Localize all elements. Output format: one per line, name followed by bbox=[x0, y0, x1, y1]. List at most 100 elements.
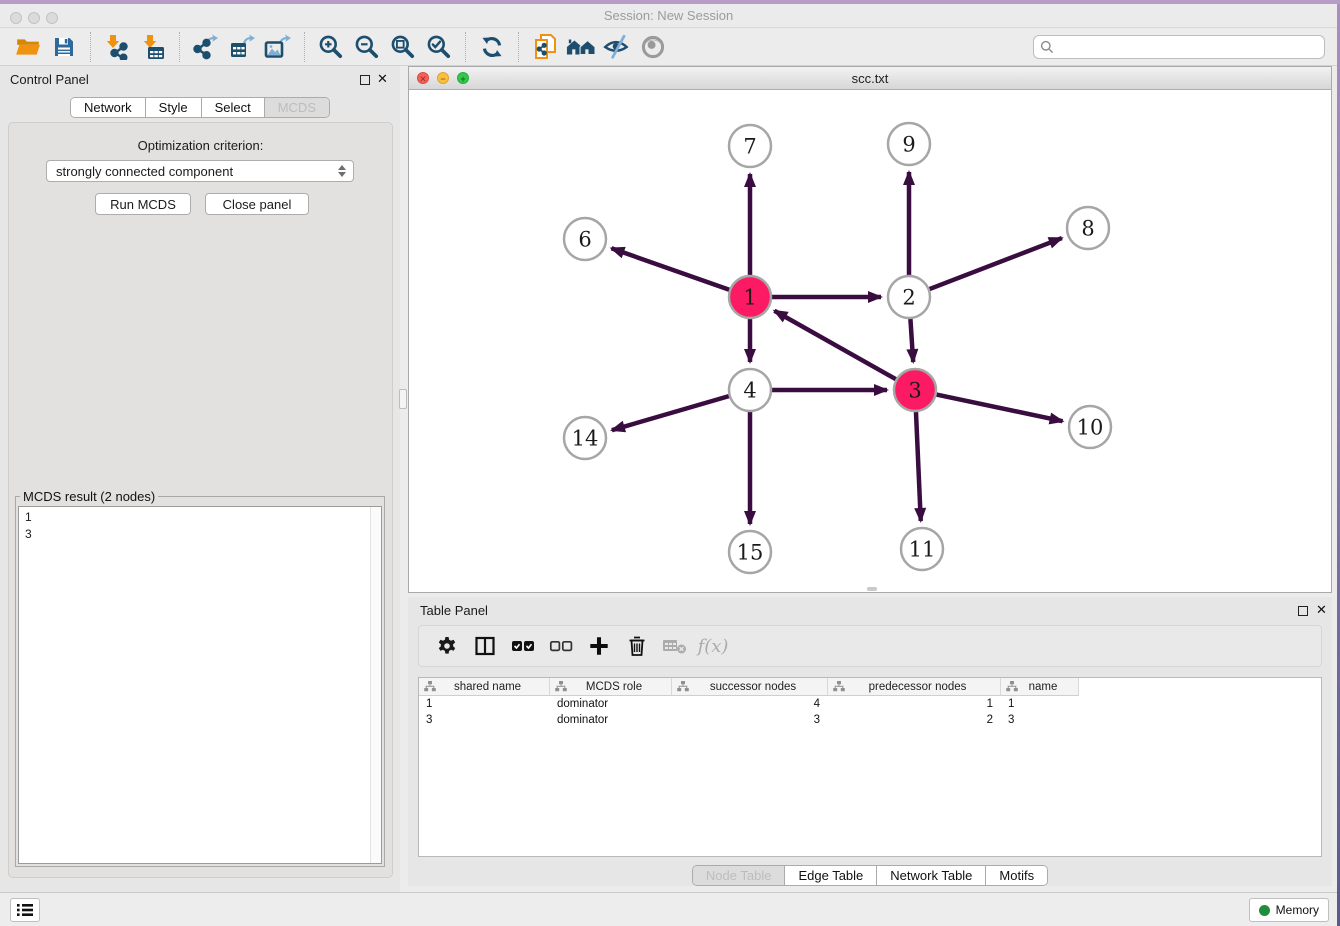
zoom-out-icon[interactable] bbox=[352, 32, 382, 62]
graph-node-15[interactable]: 15 bbox=[729, 531, 771, 573]
svg-text:14: 14 bbox=[572, 426, 599, 450]
network-window-titlebar[interactable]: ✕ − + scc.txt bbox=[409, 67, 1331, 90]
show-graphics-details-icon[interactable] bbox=[638, 32, 668, 62]
graph-edge-3-1[interactable] bbox=[774, 311, 895, 379]
table-row[interactable]: 3dominator323 bbox=[419, 712, 1321, 728]
table-panel-header: Table Panel ✕ bbox=[408, 597, 1332, 625]
graph-node-10[interactable]: 10 bbox=[1069, 406, 1111, 448]
search-input[interactable] bbox=[1033, 35, 1325, 59]
window-titlebar: Session: New Session bbox=[0, 4, 1337, 28]
add-column-icon[interactable] bbox=[585, 632, 613, 660]
hide-graphics-details-icon[interactable] bbox=[602, 32, 632, 62]
float-table-panel-icon[interactable] bbox=[1298, 606, 1308, 616]
tab-style[interactable]: Style bbox=[146, 98, 202, 117]
deselect-all-icon[interactable] bbox=[547, 632, 575, 660]
table-cell[interactable]: 4 bbox=[672, 696, 828, 712]
graph-node-6[interactable]: 6 bbox=[564, 218, 606, 260]
table-row[interactable]: 1dominator411 bbox=[419, 696, 1321, 712]
table-cell[interactable]: 3 bbox=[672, 712, 828, 728]
main-toolbar bbox=[0, 28, 1337, 66]
table-cell[interactable]: dominator bbox=[550, 712, 672, 728]
table-cell[interactable]: 1 bbox=[419, 696, 550, 712]
export-network-icon[interactable] bbox=[191, 32, 221, 62]
toolbar-separator bbox=[465, 32, 466, 62]
select-all-icon[interactable] bbox=[509, 632, 537, 660]
graph-edge-1-6[interactable] bbox=[611, 248, 729, 289]
table-cell[interactable]: dominator bbox=[550, 696, 672, 712]
table-cell[interactable]: 1 bbox=[828, 696, 1001, 712]
graph-edge-2-3[interactable] bbox=[910, 319, 913, 362]
run-mcds-button[interactable]: Run MCDS bbox=[95, 193, 191, 215]
toolbar-separator bbox=[518, 32, 519, 62]
close-panel-button[interactable]: Close panel bbox=[205, 193, 309, 215]
criterion-select[interactable]: strongly connected component bbox=[46, 160, 354, 182]
graph-node-2[interactable]: 2 bbox=[888, 276, 930, 318]
tab-network[interactable]: Network bbox=[71, 98, 146, 117]
graph-node-8[interactable]: 8 bbox=[1067, 207, 1109, 249]
graph-edge-3-10[interactable] bbox=[937, 395, 1063, 422]
splitter-handle[interactable] bbox=[399, 389, 407, 409]
tab-node-table[interactable]: Node Table bbox=[693, 866, 786, 885]
column-header-shared-name[interactable]: shared name bbox=[419, 678, 550, 696]
graph-edge-2-8[interactable] bbox=[930, 238, 1062, 289]
magnifier-fit-icon bbox=[390, 34, 416, 60]
zoom-in-icon[interactable] bbox=[316, 32, 346, 62]
graph-edge-4-14[interactable] bbox=[612, 396, 729, 430]
export-table-icon[interactable] bbox=[227, 32, 257, 62]
duplicate-network-icon[interactable] bbox=[530, 32, 560, 62]
graph-node-7[interactable]: 7 bbox=[729, 125, 771, 167]
graph-node-3[interactable]: 3 bbox=[894, 369, 936, 411]
graph-node-11[interactable]: 11 bbox=[901, 528, 943, 570]
split-view-icon[interactable] bbox=[471, 632, 499, 660]
graph-node-4[interactable]: 4 bbox=[729, 369, 771, 411]
graph-node-14[interactable]: 14 bbox=[564, 417, 606, 459]
memory-button[interactable]: Memory bbox=[1249, 898, 1329, 922]
svg-text:7: 7 bbox=[743, 134, 756, 158]
column-header-MCDS-role[interactable]: MCDS role bbox=[550, 678, 672, 696]
control-panel-title: Control Panel bbox=[10, 72, 89, 87]
import-network-icon[interactable] bbox=[102, 32, 132, 62]
gear-icon bbox=[436, 635, 458, 657]
graph-node-9[interactable]: 9 bbox=[888, 123, 930, 165]
tab-select[interactable]: Select bbox=[202, 98, 265, 117]
save-session-icon[interactable] bbox=[49, 32, 79, 62]
graph-edge-3-11[interactable] bbox=[916, 412, 921, 521]
tab-motifs[interactable]: Motifs bbox=[986, 866, 1047, 885]
close-table-panel-icon[interactable]: ✕ bbox=[1316, 602, 1327, 618]
network-graph: 1 2 3 4 6 7 8 9 10 11 14 15 bbox=[409, 90, 1331, 592]
tab-edge-table[interactable]: Edge Table bbox=[785, 866, 877, 885]
result-scrollbar[interactable] bbox=[370, 507, 381, 863]
table-settings-icon[interactable] bbox=[433, 632, 461, 660]
graph-node-1[interactable]: 1 bbox=[729, 276, 771, 318]
export-image-icon[interactable] bbox=[263, 32, 293, 62]
zoom-selected-icon[interactable] bbox=[424, 32, 454, 62]
svg-text:9: 9 bbox=[902, 132, 915, 156]
float-panel-icon[interactable] bbox=[360, 75, 370, 85]
network-canvas[interactable]: 1 2 3 4 6 7 8 9 10 11 14 15 bbox=[409, 90, 1331, 592]
home-layout-icon[interactable] bbox=[566, 32, 596, 62]
column-header-predecessor-nodes[interactable]: predecessor nodes bbox=[828, 678, 1001, 696]
column-header-successor-nodes[interactable]: successor nodes bbox=[672, 678, 828, 696]
close-panel-icon[interactable]: ✕ bbox=[377, 71, 388, 87]
open-file-icon[interactable] bbox=[13, 32, 43, 62]
tab-mcds[interactable]: MCDS bbox=[265, 98, 329, 117]
column-header-name[interactable]: name bbox=[1001, 678, 1079, 696]
canvas-hscroll-thumb[interactable] bbox=[867, 587, 877, 591]
zoom-fit-icon[interactable] bbox=[388, 32, 418, 62]
delete-table-icon[interactable] bbox=[661, 632, 689, 660]
table-cell[interactable]: 3 bbox=[419, 712, 550, 728]
tab-network-table[interactable]: Network Table bbox=[877, 866, 986, 885]
table-cell[interactable]: 2 bbox=[828, 712, 1001, 728]
table-cell[interactable]: 1 bbox=[1001, 696, 1079, 712]
refresh-icon[interactable] bbox=[477, 32, 507, 62]
function-builder-icon[interactable]: f(x) bbox=[699, 632, 727, 660]
delete-column-icon[interactable] bbox=[623, 632, 651, 660]
panel-splitter[interactable] bbox=[400, 66, 408, 892]
column-type-icon bbox=[677, 681, 689, 692]
task-history-button[interactable] bbox=[10, 898, 40, 922]
table-cell[interactable]: 3 bbox=[1001, 712, 1079, 728]
mcds-result-textarea[interactable]: 1 3 bbox=[18, 506, 382, 864]
memory-label: Memory bbox=[1276, 903, 1319, 917]
gray-eye-icon bbox=[639, 33, 667, 61]
import-table-icon[interactable] bbox=[138, 32, 168, 62]
